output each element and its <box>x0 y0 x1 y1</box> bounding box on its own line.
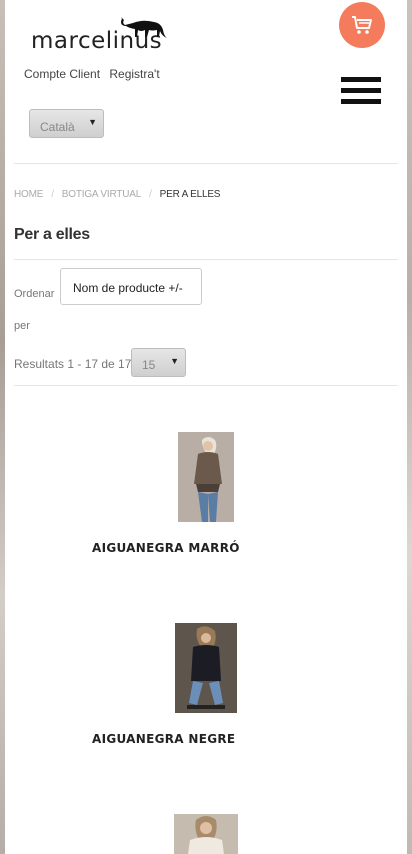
breadcrumb: HOME / BOTIGA VIRTUAL / PER A ELLES <box>14 189 220 200</box>
product-name[interactable]: AIGUANEGRA NEGRE <box>92 732 235 746</box>
product-photo <box>174 814 238 854</box>
product-photo <box>178 432 234 522</box>
dropdown-arrow-icon: ▼ <box>170 356 179 366</box>
divider <box>14 163 398 164</box>
breadcrumb-separator: / <box>149 189 152 200</box>
product-image[interactable] <box>174 814 238 854</box>
product-image[interactable] <box>178 432 234 522</box>
cat-logo-icon <box>121 17 167 38</box>
per-page-value: 15 <box>142 358 156 372</box>
background-right-edge <box>407 0 412 854</box>
hamburger-menu-icon[interactable] <box>341 77 381 105</box>
product-name[interactable]: AIGUANEGRA MARRÓ <box>92 541 240 555</box>
menu-bar <box>341 88 381 93</box>
account-links: Compte Client Registra't <box>24 67 166 81</box>
cart-icon <box>352 16 372 34</box>
product-photo <box>175 623 237 713</box>
breadcrumb-separator: / <box>51 189 54 200</box>
breadcrumb-section[interactable]: BOTIGA VIRTUAL <box>62 189 141 200</box>
account-link[interactable]: Compte Client <box>24 67 100 81</box>
cart-button[interactable] <box>339 2 385 48</box>
dropdown-arrow-icon: ▼ <box>88 117 97 127</box>
sort-select[interactable]: Nom de producte +/- <box>60 268 202 305</box>
language-select[interactable]: Català ▼ <box>29 109 104 138</box>
menu-bar <box>341 77 381 82</box>
breadcrumb-current: PER A ELLES <box>159 189 221 200</box>
page-title: Per a elles <box>14 226 90 243</box>
register-link[interactable]: Registra't <box>109 67 159 81</box>
product-image[interactable] <box>175 623 237 713</box>
site-logo[interactable]: marcelinus <box>29 14 179 58</box>
divider <box>14 385 398 386</box>
breadcrumb-home[interactable]: HOME <box>14 189 43 200</box>
page-container: marcelinus Compte Client Registra't Cata… <box>5 0 407 854</box>
sort-label: Ordenar per <box>14 288 55 332</box>
results-count: Resultats 1 - 17 de 17 <box>14 357 132 371</box>
divider <box>14 259 398 260</box>
menu-bar <box>341 99 381 104</box>
language-value: Català <box>40 120 75 134</box>
per-page-select[interactable]: 15 ▼ <box>131 348 186 377</box>
